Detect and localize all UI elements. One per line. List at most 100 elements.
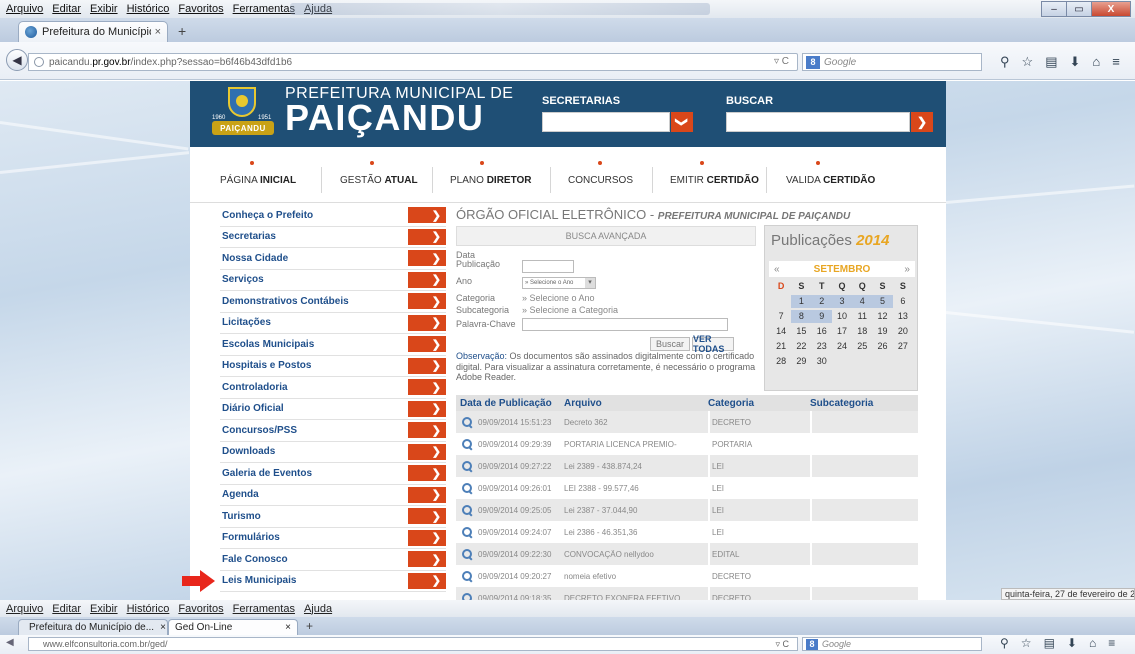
year-select[interactable]: » Selecione o Ano ▾ [522, 277, 596, 289]
view-document-button[interactable] [456, 549, 478, 559]
menu-1[interactable]: Editar [52, 603, 81, 615]
calendar-day[interactable]: 14 [771, 325, 791, 338]
sidebar-item[interactable]: Leis Municipais ❯ [220, 571, 446, 592]
calendar-day[interactable]: 24 [832, 340, 852, 353]
menu-5[interactable]: Ferramentas [233, 3, 295, 15]
sidebar-item[interactable]: Concursos/PSS ❯ [220, 420, 446, 442]
sidebar-item[interactable]: Licitações ❯ [220, 313, 446, 334]
reload-icon[interactable]: ▿ C [774, 56, 789, 67]
calendar-day[interactable]: 23 [812, 340, 832, 353]
city-crest-logo[interactable]: 1960 1951 PAIÇANDU [210, 85, 276, 143]
close-tab-icon[interactable]: × [285, 622, 291, 633]
view-document-button[interactable] [456, 483, 478, 493]
calendar-day[interactable]: 25 [852, 340, 872, 353]
calendar-day[interactable]: 8 [791, 310, 812, 323]
address-bar[interactable]: paicandu. pr.gov.br/index.php?sessao=b6f4… [28, 53, 798, 71]
menu-6[interactable]: Ajuda [304, 603, 332, 615]
sidebar-item[interactable]: Nossa Cidade ❯ [220, 248, 446, 270]
minimize-button[interactable]: – [1041, 1, 1067, 17]
calendar-day[interactable]: 26 [872, 340, 892, 353]
chevron-right-icon[interactable]: ❯ [408, 379, 446, 396]
cell-file[interactable]: Lei 2386 - 46.351,36 [564, 528, 708, 537]
sidebar-item[interactable]: Galeria de Eventos ❯ [220, 463, 446, 485]
calendar-day[interactable]: 17 [832, 325, 852, 338]
new-tab-button[interactable]: + [178, 23, 186, 39]
star-icon[interactable]: ☆ [1021, 636, 1032, 650]
menu-5[interactable]: Ferramentas [233, 603, 295, 615]
calendar-day[interactable]: 13 [893, 310, 913, 323]
calendar-prev-button[interactable]: « [774, 264, 780, 275]
nav-item-4[interactable]: EMITIR CERTIDÃO [670, 175, 759, 186]
chevron-right-icon[interactable]: ❯ [408, 572, 446, 589]
chevron-right-icon[interactable]: ❯ [408, 207, 446, 224]
bookmarks-icon[interactable]: ▤ [1045, 54, 1057, 70]
new-tab-button[interactable]: + [306, 619, 313, 633]
view-document-button[interactable] [456, 571, 478, 581]
chevron-right-icon[interactable]: ❯ [408, 228, 446, 245]
sidebar-item[interactable]: Serviços ❯ [220, 270, 446, 291]
maximize-button[interactable]: ▭ [1066, 1, 1092, 17]
chevron-right-icon[interactable]: ❯ [408, 486, 446, 503]
chevron-right-icon[interactable]: ❯ [408, 271, 446, 288]
calendar-day[interactable]: 27 [893, 340, 913, 353]
calendar-day[interactable]: 11 [852, 310, 872, 323]
subcategoria-value[interactable]: » Selecione a Categoria [522, 305, 618, 315]
sidebar-item[interactable]: Controladoria ❯ [220, 377, 446, 399]
chevron-right-icon[interactable]: ❯ [408, 443, 446, 460]
categoria-value[interactable]: » Selecione o Ano [522, 293, 595, 303]
calendar-day[interactable]: 7 [771, 310, 791, 323]
view-document-button[interactable] [456, 505, 478, 515]
calendar-day[interactable]: 16 [812, 325, 832, 338]
calendar-day[interactable]: 2 [811, 295, 832, 308]
menu-0[interactable]: Arquivo [6, 603, 43, 615]
header-categoria[interactable]: Categoria [708, 398, 810, 409]
chevron-right-icon[interactable]: ❯ [408, 529, 446, 546]
calendar-day[interactable]: 6 [893, 295, 913, 308]
header-data[interactable]: Data de Publicação [456, 398, 564, 409]
logo-title[interactable]: PAIÇANDU [285, 99, 484, 137]
cell-file[interactable]: Decreto 362 [564, 418, 708, 427]
close-tab-icon[interactable]: × [160, 622, 166, 633]
calendar-day[interactable]: 15 [791, 325, 811, 338]
view-document-button[interactable] [456, 439, 478, 449]
menu-3[interactable]: Histórico [127, 603, 170, 615]
cell-file[interactable]: nomeia efetivo [564, 572, 708, 581]
chevron-right-icon[interactable]: ❯ [408, 465, 446, 482]
nav-item-0[interactable]: PÁGINA INICIAL [220, 175, 296, 186]
cell-file[interactable]: Lei 2387 - 37.044,90 [564, 506, 708, 515]
search-input[interactable]: 8 Google [802, 53, 982, 71]
view-document-button[interactable] [456, 461, 478, 471]
tab-ged-online[interactable]: Ged On-Line × [168, 619, 298, 635]
sidebar-item[interactable]: Hospitais e Postos ❯ [220, 356, 446, 377]
calendar-day[interactable]: 9 [811, 310, 832, 323]
calendar-day[interactable]: 30 [812, 355, 832, 368]
ver-todas-button[interactable]: VER TODAS [692, 334, 734, 354]
calendar-day[interactable]: 18 [852, 325, 872, 338]
advanced-search-header[interactable]: BUSCA AVANÇADA [456, 226, 756, 246]
sidebar-item[interactable]: Conheça o Prefeito ❯ [220, 205, 446, 227]
cell-file[interactable]: PORTARIA LICENCA PREMIO- [564, 440, 708, 449]
reload-icon[interactable]: ▿ C [775, 638, 789, 650]
menu-icon[interactable]: ≡ [1108, 636, 1115, 650]
nav-item-5[interactable]: VALIDA CERTIDÃO [786, 175, 875, 186]
sidebar-item[interactable]: Secretarias ❯ [220, 227, 446, 248]
calendar-day[interactable]: 28 [771, 355, 791, 368]
buscar-button[interactable]: Buscar [650, 337, 690, 351]
keyword-input[interactable] [522, 318, 728, 331]
calendar-day[interactable]: 10 [832, 310, 852, 323]
download-icon[interactable]: ⬇ [1067, 636, 1077, 650]
buscar-go-button[interactable]: ❯ [911, 112, 933, 132]
tab-prefeitura-2[interactable]: Prefeitura do Município de... × [18, 619, 168, 635]
chevron-right-icon[interactable]: ❯ [408, 357, 446, 374]
chevron-right-icon[interactable]: ❯ [408, 250, 446, 267]
search-input-2[interactable]: 8 Google [802, 637, 982, 651]
chevron-right-icon[interactable]: ❯ [408, 400, 446, 417]
nav-item-3[interactable]: CONCURSOS [568, 175, 633, 186]
view-document-button[interactable] [456, 593, 478, 600]
calendar-day[interactable]: 19 [872, 325, 892, 338]
back-button[interactable]: ◀ [6, 637, 14, 648]
menu-2[interactable]: Exibir [90, 603, 118, 615]
chevron-right-icon[interactable]: ❯ [408, 314, 446, 331]
calendar-day[interactable]: 3 [831, 295, 853, 308]
view-document-button[interactable] [456, 527, 478, 537]
